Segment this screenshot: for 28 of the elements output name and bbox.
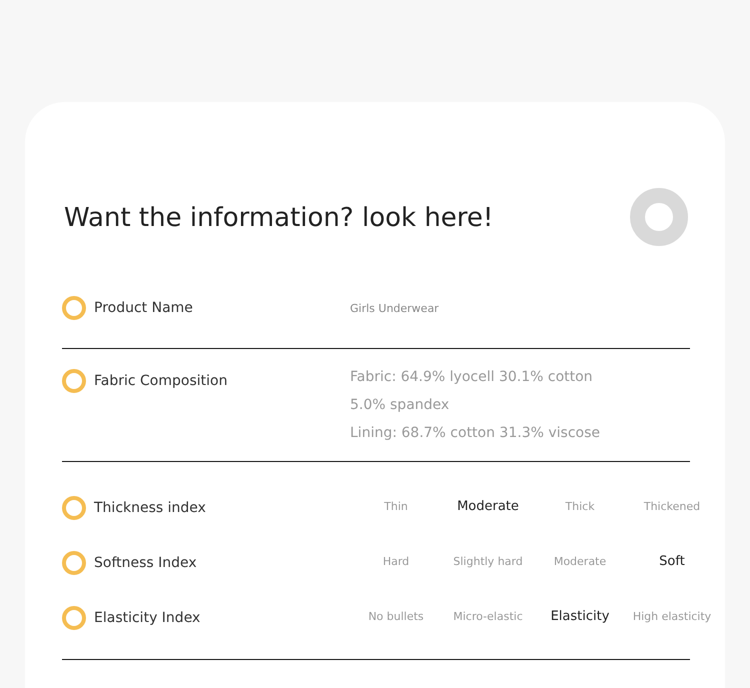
index-option: Thin — [350, 501, 442, 514]
ring-icon — [62, 369, 86, 393]
index-label: Thickness index — [94, 500, 206, 516]
index-label: Softness Index — [94, 554, 197, 570]
index-option: Thickened — [626, 501, 718, 514]
ring-icon — [62, 550, 86, 574]
field-label: Product Name — [94, 300, 193, 316]
field-value: 5.0% spandex — [350, 397, 450, 413]
index-option: Micro-elastic — [442, 611, 534, 624]
index-option: Hard — [350, 556, 442, 569]
field-value: Lining: 68.7% cotton 31.3% viscose — [350, 425, 600, 441]
field-value: Girls Underwear — [350, 302, 439, 314]
index-option: Soft — [626, 555, 718, 570]
index-option: Moderate — [442, 500, 534, 515]
field-value: Fabric: 64.9% lyocell 30.1% cotton — [350, 369, 594, 385]
index-option: Thick — [534, 501, 626, 514]
index-option: No bullets — [350, 611, 442, 624]
ring-icon — [630, 188, 688, 246]
index-label: Elasticity Index — [94, 610, 200, 626]
ring-icon — [62, 496, 86, 520]
index-option: Slightly hard — [442, 556, 534, 569]
ring-icon — [62, 296, 86, 320]
index-option: Moderate — [534, 556, 626, 569]
index-option: Elasticity — [534, 610, 626, 625]
ring-icon — [62, 606, 86, 630]
index-option: High elasticity — [626, 611, 718, 624]
heading: Want the information? look here! — [63, 203, 494, 233]
field-label: Fabric Composition — [94, 373, 228, 389]
